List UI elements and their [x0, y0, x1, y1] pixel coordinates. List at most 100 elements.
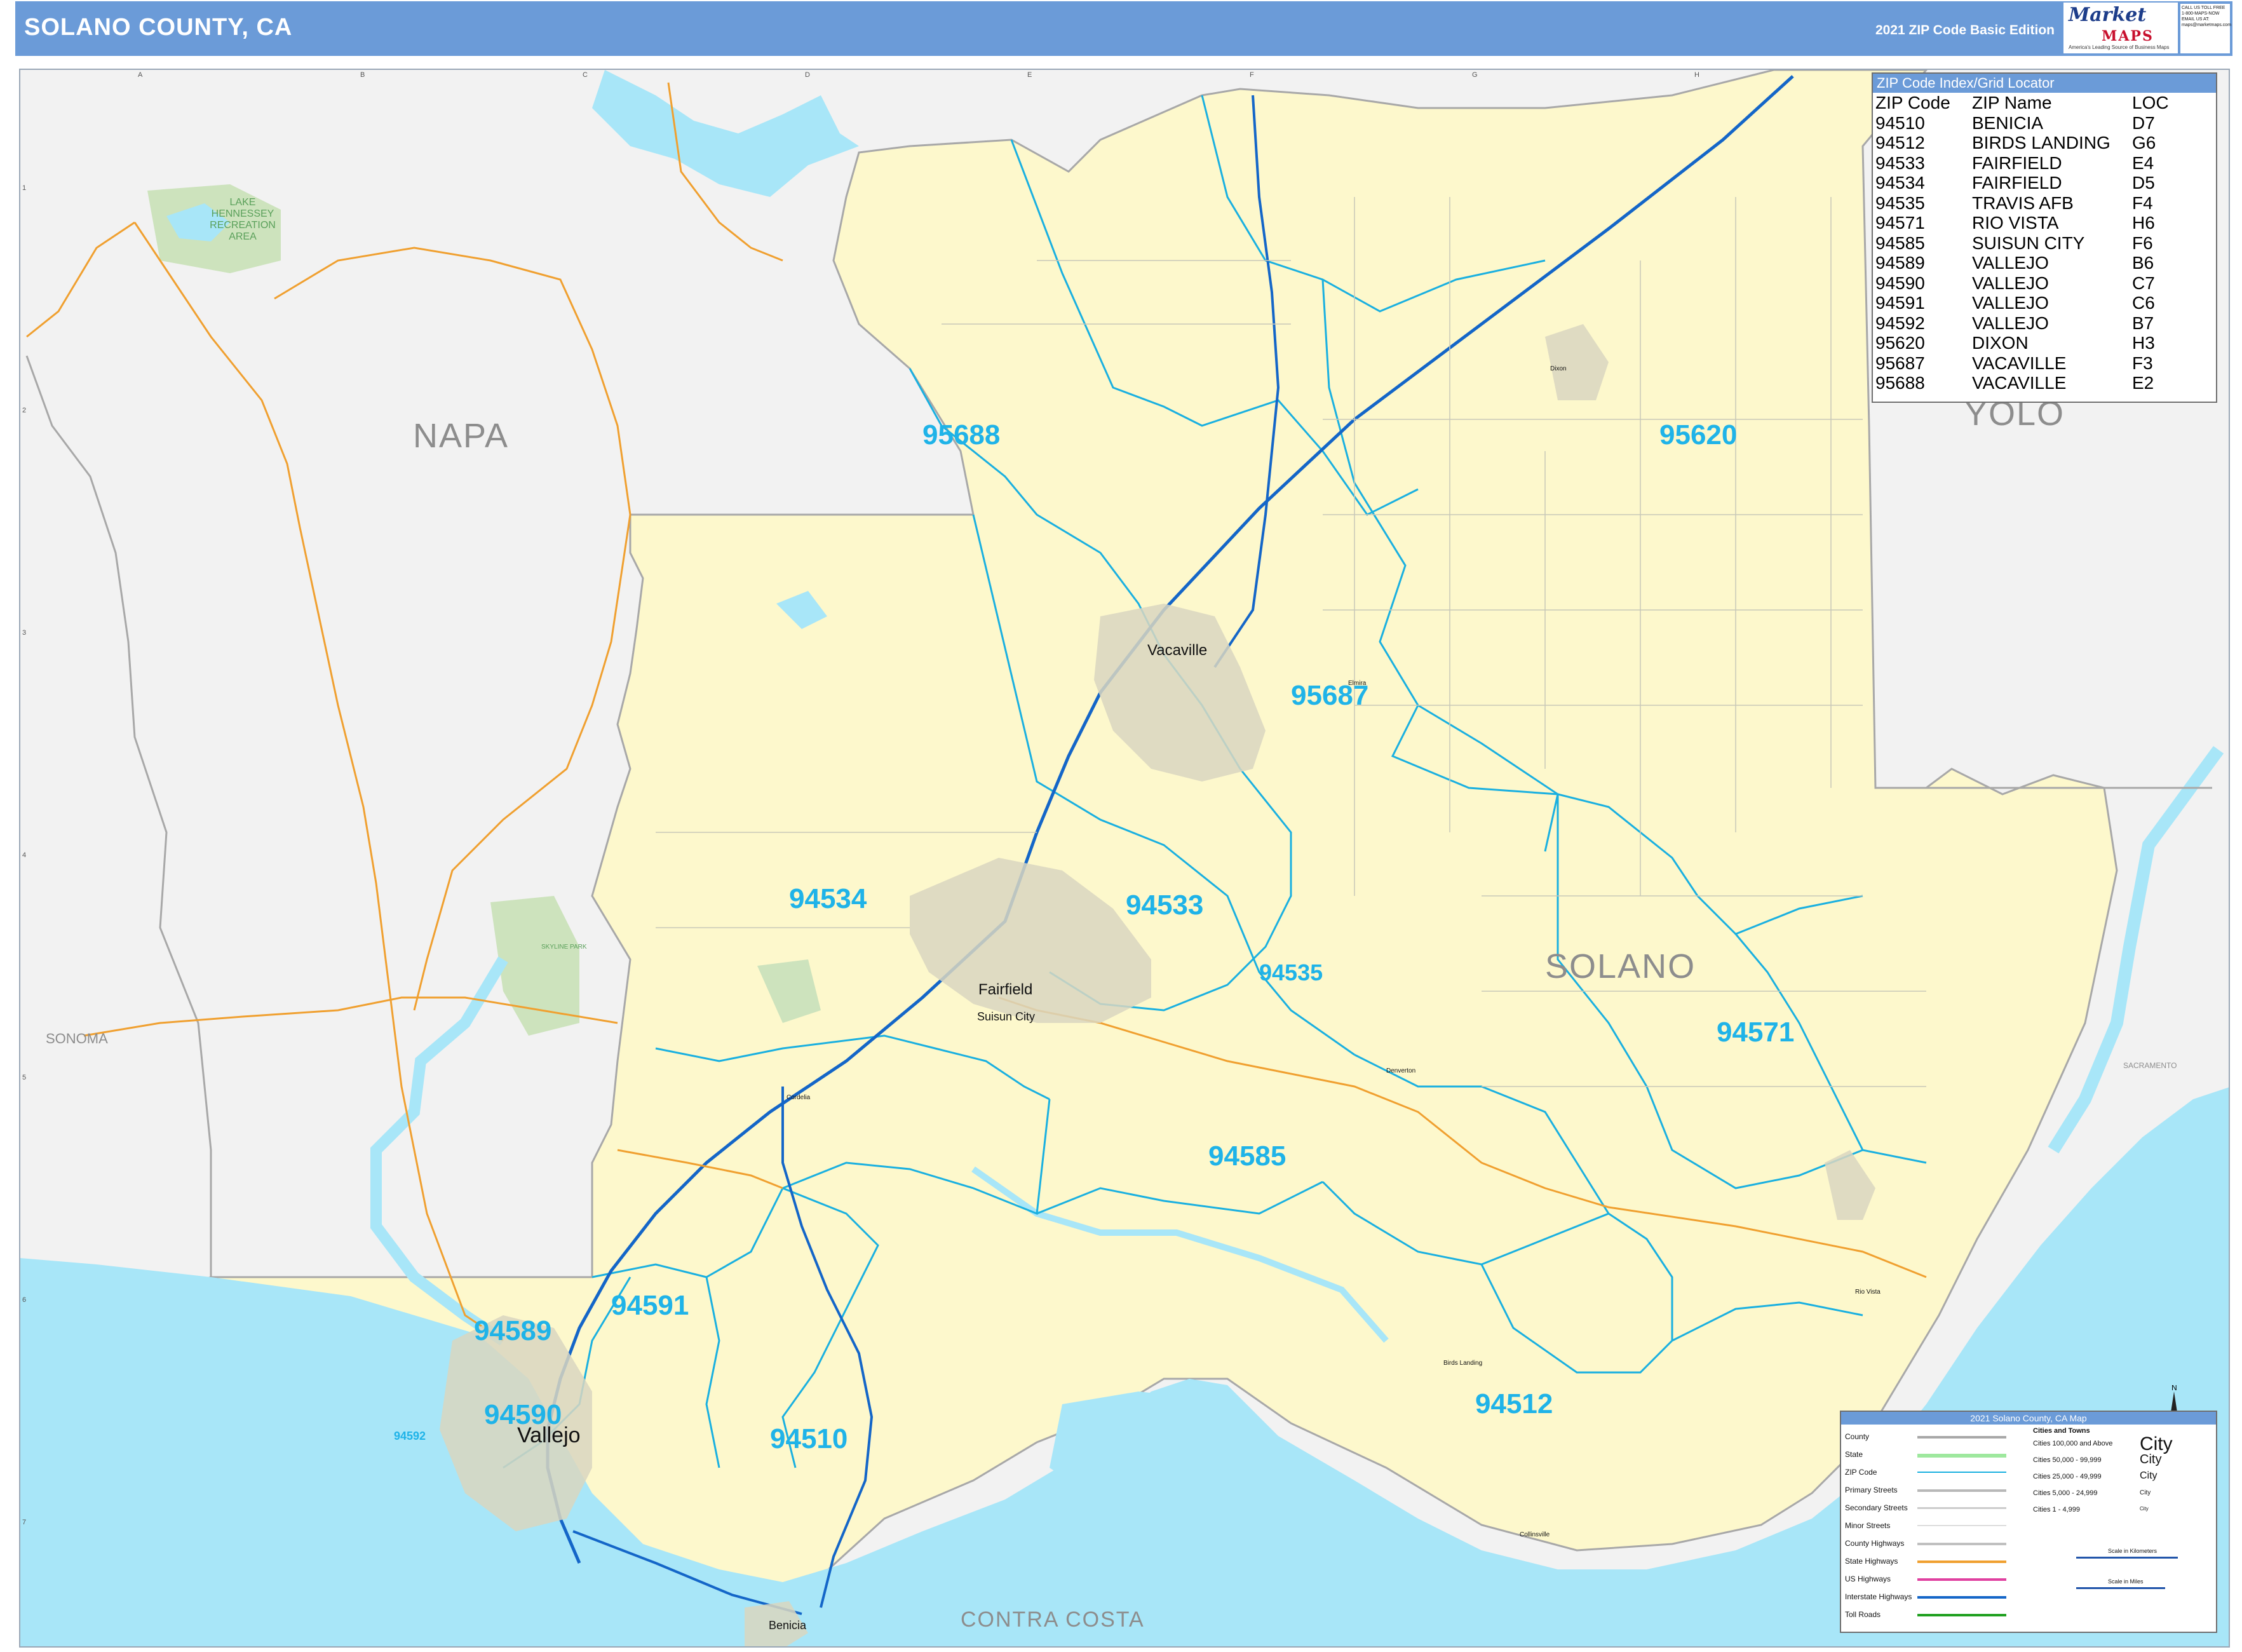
legend-state-hwy-swatch [1917, 1561, 2006, 1563]
zip-index-loc: C7 [2132, 273, 2155, 293]
legend-primary: Primary Streets [1845, 1486, 1898, 1494]
city-label-benicia[interactable]: Benicia [769, 1619, 806, 1632]
city-label-vacaville[interactable]: Vacaville [1147, 642, 1207, 660]
zip-index-table: ZIP Code ZIP Name LOC 94510 BENICIA D7 945… [1874, 93, 2169, 393]
legend-city-class-1: Cities 100,000 and Above [2033, 1440, 2113, 1447]
contact-box: CALL US TOLL FREE 1-800-MAPS-NOW EMAIL U… [2180, 4, 2231, 53]
zip-label-94585[interactable]: 94585 [1208, 1141, 1286, 1172]
zip-index-row[interactable]: 94534 FAIRFIELD D5 [1874, 173, 2169, 193]
legend-city-class-4: Cities 5,000 - 24,999 [2033, 1489, 2098, 1497]
zip-code-index-box: ZIP Code Index/Grid Locator ZIP Code ZIP… [1872, 72, 2217, 403]
city-label-suisun-city[interactable]: Suisun City [977, 1010, 1035, 1024]
zip-label-94591[interactable]: 94591 [611, 1290, 689, 1322]
legend-us-hwy-swatch [1917, 1578, 2006, 1581]
zip-index-row[interactable]: 94571 RIO VISTA H6 [1874, 213, 2169, 233]
zip-index-header-loc: LOC [2132, 93, 2169, 113]
legend-city-class-5: Cities 1 - 4,999 [2033, 1506, 2080, 1513]
zip-label-95688[interactable]: 95688 [922, 419, 1000, 451]
zip-index-row[interactable]: 95687 VACAVILLE F3 [1874, 353, 2169, 374]
zip-label-94535[interactable]: 94535 [1259, 959, 1323, 986]
zip-index-name: VALLEJO [1972, 273, 2049, 293]
legend-minor: Minor Streets [1845, 1521, 1891, 1530]
zip-index-name: FAIRFIELD [1972, 152, 2062, 173]
city-label-vallejo[interactable]: Vallejo [517, 1423, 581, 1448]
zip-index-loc: F4 [2132, 193, 2153, 213]
legend-scale-km-bar [2076, 1557, 2178, 1559]
legend-county-hwy-swatch [1917, 1543, 2006, 1545]
city-label-collinsville[interactable]: Collinsville [1520, 1531, 1550, 1538]
zip-label-94589[interactable]: 94589 [474, 1315, 551, 1347]
grid-col-g: G [1472, 71, 1478, 79]
grid-col-b: B [360, 71, 365, 79]
zip-index-header-row: ZIP Code ZIP Name LOC [1874, 93, 2169, 113]
zip-label-94571[interactable]: 94571 [1717, 1017, 1794, 1048]
zip-index-zip: 94512 [1875, 133, 1925, 153]
zip-index-row[interactable]: 94591 VALLEJO C6 [1874, 293, 2169, 313]
city-label-rio-vista[interactable]: Rio Vista [1855, 1289, 1881, 1296]
zip-index-zip: 94571 [1875, 213, 1925, 233]
legend-city-sample-2: City [2140, 1452, 2162, 1466]
zip-index-name: VALLEJO [1972, 253, 2049, 273]
zip-index-name: BENICIA [1972, 112, 2044, 133]
zip-label-94533[interactable]: 94533 [1126, 890, 1203, 921]
grid-row-2: 2 [22, 407, 27, 414]
grid-row-7: 7 [22, 1519, 27, 1526]
city-label-birds-landing[interactable]: Birds Landing [1443, 1360, 1482, 1367]
legend-county: County [1845, 1432, 1870, 1441]
grid-row-3: 3 [22, 629, 27, 637]
logo-tagline: America's Leading Source of Business Map… [2069, 44, 2170, 50]
legend-city-sample-5: City [2140, 1506, 2149, 1512]
zip-index-row[interactable]: 95688 VACAVILLE E2 [1874, 373, 2169, 393]
header-bar: SOLANO COUNTY, CA 2021 ZIP Code Basic Ed… [15, 1, 2232, 56]
zip-index-loc: H3 [2132, 333, 2155, 353]
zip-index-zip: 95620 [1875, 333, 1925, 353]
legend-interstate: Interstate Highways [1845, 1592, 1912, 1601]
zip-label-94512[interactable]: 94512 [1475, 1388, 1553, 1420]
zip-index-name: VACAVILLE [1972, 373, 2067, 393]
zip-index-row[interactable]: 94535 TRAVIS AFB F4 [1874, 193, 2169, 213]
zip-index-name: SUISUN CITY [1972, 233, 2085, 253]
city-label-denverton[interactable]: Denverton [1386, 1067, 1415, 1074]
legend-interstate-swatch [1917, 1596, 2006, 1599]
legend-title: 2021 Solano County, CA Map [1841, 1412, 2216, 1425]
legend-state-hwy: State Highways [1845, 1557, 1898, 1566]
zip-index-name: VACAVILLE [1972, 353, 2067, 373]
city-label-elmira[interactable]: Elmira [1348, 680, 1366, 687]
grid-row-6: 6 [22, 1296, 27, 1304]
city-label-dixon[interactable]: Dixon [1550, 365, 1567, 372]
zip-index-row[interactable]: 94533 FAIRFIELD E4 [1874, 153, 2169, 173]
legend-city-class-3: Cities 25,000 - 49,999 [2033, 1473, 2102, 1480]
zip-index-row[interactable]: 94585 SUISUN CITY F6 [1874, 233, 2169, 254]
zip-label-95620[interactable]: 95620 [1659, 419, 1737, 451]
zip-index-row[interactable]: 95620 DIXON H3 [1874, 333, 2169, 353]
zip-index-zip: 94533 [1875, 152, 1925, 173]
zip-label-94534[interactable]: 94534 [789, 883, 867, 915]
zip-index-loc: E4 [2132, 152, 2154, 173]
legend-city-class-2: Cities 50,000 - 99,999 [2033, 1456, 2102, 1464]
grid-row-1: 1 [22, 184, 27, 192]
county-label-contra-costa: CONTRA COSTA [961, 1608, 1145, 1632]
legend-secondary-swatch [1917, 1507, 2006, 1509]
zip-index-name: VALLEJO [1972, 313, 2049, 333]
zip-index-zip: 94592 [1875, 313, 1925, 333]
county-label-napa: NAPA [413, 417, 510, 455]
logo-market: Market [2069, 4, 2147, 26]
zip-index-row[interactable]: 94590 VALLEJO C7 [1874, 273, 2169, 294]
zip-index-row[interactable]: 94512 BIRDS LANDING G6 [1874, 133, 2169, 153]
city-label-fairfield[interactable]: Fairfield [978, 981, 1032, 999]
zip-index-loc: E2 [2132, 373, 2154, 393]
zip-index-row[interactable]: 94589 VALLEJO B6 [1874, 253, 2169, 273]
zip-index-zip: 94534 [1875, 173, 1925, 193]
grid-row-4: 4 [22, 851, 27, 859]
city-label-cordelia[interactable]: Cordelia [787, 1094, 810, 1101]
zip-index-row[interactable]: 94510 BENICIA D7 [1874, 113, 2169, 133]
zip-index-row[interactable]: 94592 VALLEJO B7 [1874, 313, 2169, 334]
zip-index-zip: 94591 [1875, 293, 1925, 313]
zip-index-zip: 94589 [1875, 253, 1925, 273]
zip-index-name: BIRDS LANDING [1972, 133, 2110, 153]
zip-label-94592[interactable]: 94592 [394, 1430, 426, 1443]
zip-index-loc: D5 [2132, 173, 2155, 193]
zip-index-zip: 94585 [1875, 233, 1925, 253]
zip-label-94510[interactable]: 94510 [770, 1423, 848, 1455]
zip-index-name: VALLEJO [1972, 293, 2049, 313]
